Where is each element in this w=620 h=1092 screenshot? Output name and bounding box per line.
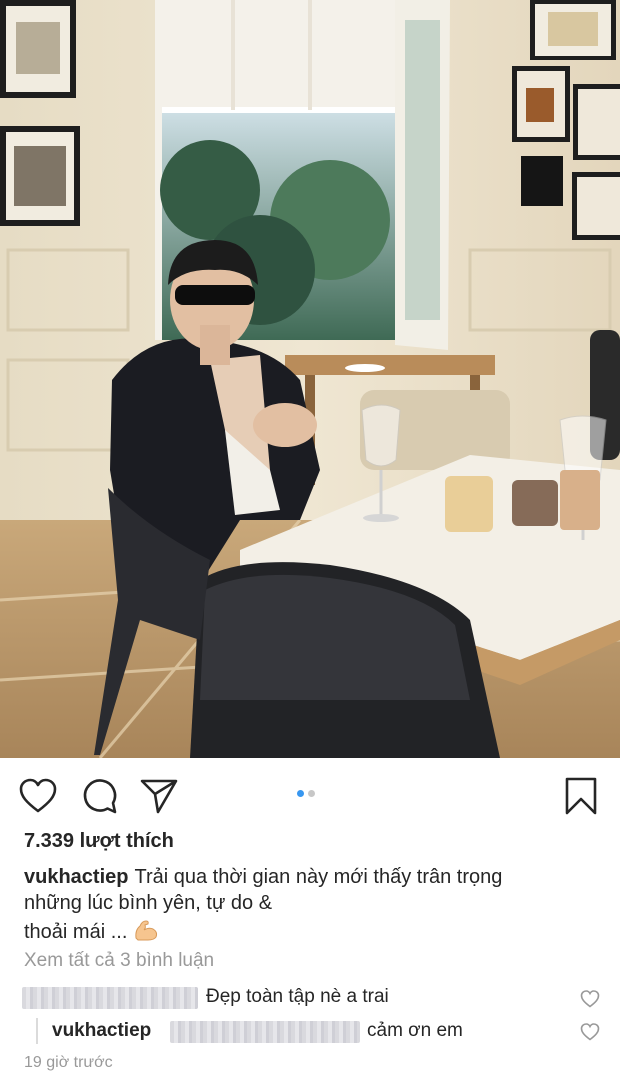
redacted-mention [170,1021,360,1043]
caption-username[interactable]: vukhactiep [24,866,128,888]
caption-text-1: Trải qua thời gian này mới thấy trân trọ… [134,866,503,888]
caption-text-3: thoải mái ... [24,921,128,943]
share-button[interactable] [139,776,179,816]
comment-reply-item: vukhactiep @ cảm ơn em [0,1018,620,1048]
flexed-biceps-emoji-icon [135,920,158,941]
comment-text: cảm ơn em [367,1020,463,1041]
carousel-dot-active [297,790,304,797]
redacted-username [22,987,198,1009]
comment-button[interactable] [79,776,119,816]
post-photo-illustration [0,0,620,758]
comment-item: Đẹp toàn tập nè a trai [0,984,620,1014]
save-button[interactable] [561,776,601,816]
comment-bubble-icon [83,779,117,814]
post-timestamp: 19 giờ trước [24,1054,113,1071]
comment-username[interactable]: vukhactiep [52,1020,151,1042]
heart-icon [19,778,57,813]
post-photo[interactable] [0,0,620,758]
like-button[interactable] [18,776,58,816]
view-all-comments-link[interactable]: Xem tất cả 3 bình luận [24,950,214,972]
post-caption: vukhactiep Trải qua thời gian này mới thấ… [24,864,584,945]
carousel-dot [308,790,315,797]
comment-text: Đẹp toàn tập nè a trai [206,986,389,1007]
caption-line-2: những lúc bình yên, tự do & [24,892,273,914]
caption-line-3: thoải mái ... [24,916,584,945]
bookmark-icon [565,777,597,815]
paper-plane-icon [140,779,178,814]
carousel-indicator [297,790,315,797]
likes-count[interactable]: 7.339 lượt thích [24,830,174,853]
caption-line-1: vukhactiep Trải qua thời gian này mới thấ… [24,864,584,890]
comment-like-heart-icon[interactable] [580,989,600,1009]
comment-like-heart-icon[interactable] [580,1022,600,1042]
